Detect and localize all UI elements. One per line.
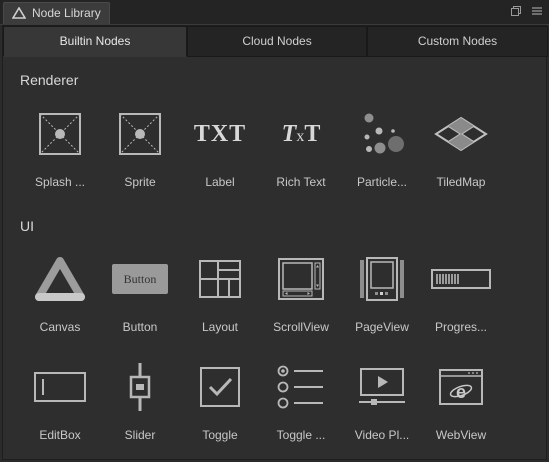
- canvas-icon: [30, 254, 90, 304]
- editbox-icon: [30, 362, 90, 412]
- node-particle[interactable]: Particle...: [342, 109, 422, 201]
- label-glyph: TXT: [193, 120, 247, 147]
- toggle-icon: [190, 362, 250, 412]
- section-title-renderer: Renderer: [20, 72, 79, 88]
- tab-builtin-nodes[interactable]: Builtin Nodes: [3, 26, 187, 57]
- slider-icon: [110, 362, 170, 412]
- section-title-ui: UI: [20, 218, 34, 234]
- sprite-icon: [110, 109, 170, 159]
- node-webview[interactable]: e WebView: [421, 362, 501, 454]
- layout-icon: [190, 254, 250, 304]
- node-label: Label: [205, 175, 235, 189]
- node-splash[interactable]: Splash ...: [20, 109, 100, 201]
- node-button[interactable]: Button Button: [100, 254, 180, 346]
- node-label: Progres...: [434, 320, 488, 334]
- scrollview-icon: [271, 254, 331, 304]
- node-label: Slider: [124, 428, 156, 442]
- toggle-group-icon: [271, 362, 331, 412]
- node-slider[interactable]: Slider: [100, 362, 180, 454]
- tiledmap-icon: [431, 109, 491, 159]
- button-icon: Button: [110, 254, 170, 304]
- node-toggle[interactable]: Toggle: [180, 362, 260, 454]
- node-progressbar[interactable]: Progres...: [421, 254, 501, 346]
- node-video-player[interactable]: Video Pl...: [342, 362, 422, 454]
- progressbar-icon: [431, 254, 491, 304]
- node-label: Rich Text: [276, 175, 326, 189]
- node-toggle-group[interactable]: Toggle ...: [261, 362, 341, 454]
- node-editbox[interactable]: EditBox: [20, 362, 100, 454]
- node-label: Splash ...: [34, 175, 86, 189]
- splash-icon: [30, 109, 90, 159]
- node-library-window: Node Library Builtin Nodes Cloud Nodes C…: [0, 0, 549, 462]
- node-label: Button: [122, 320, 158, 334]
- node-rich-text[interactable]: TxT Rich Text: [261, 109, 341, 201]
- library-content: Builtin Nodes Cloud Nodes Custom Nodes R…: [2, 25, 548, 460]
- node-label: Particle...: [356, 175, 407, 189]
- node-label: EditBox: [39, 428, 81, 442]
- panel-title: Node Library: [32, 6, 101, 20]
- video-player-icon: [352, 362, 412, 412]
- node-label: Toggle: [202, 428, 238, 442]
- pageview-icon: [352, 254, 412, 304]
- tab-cloud-nodes[interactable]: Cloud Nodes: [187, 26, 367, 57]
- maximize-icon[interactable]: [510, 5, 522, 17]
- particle-icon: [352, 109, 412, 159]
- node-pageview[interactable]: PageView: [342, 254, 422, 346]
- tab-custom-nodes[interactable]: Custom Nodes: [367, 26, 548, 57]
- node-label: TiledMap: [436, 175, 486, 189]
- rich-text-icon: TxT: [281, 120, 321, 147]
- node-canvas[interactable]: Canvas: [20, 254, 100, 346]
- node-label: WebView: [435, 428, 487, 442]
- node-scrollview[interactable]: ScrollView: [261, 254, 341, 346]
- node-sprite[interactable]: Sprite: [100, 109, 180, 201]
- node-label: Sprite: [124, 175, 156, 189]
- node-label: ScrollView: [273, 320, 329, 334]
- tab-bar: Builtin Nodes Cloud Nodes Custom Nodes: [3, 26, 548, 57]
- node-label: Layout: [201, 320, 239, 334]
- node-label[interactable]: TXT Label: [180, 109, 260, 201]
- node-library-icon: [12, 7, 26, 19]
- node-tiledmap[interactable]: TiledMap: [421, 109, 501, 201]
- webview-icon: e: [431, 362, 491, 412]
- node-label: Video Pl...: [354, 428, 410, 442]
- node-label: Toggle ...: [276, 428, 326, 442]
- panel-tab[interactable]: Node Library: [3, 2, 110, 24]
- menu-icon[interactable]: [531, 5, 543, 17]
- button-glyph: Button: [112, 264, 168, 294]
- panel-header: Node Library: [0, 0, 549, 25]
- node-layout[interactable]: Layout: [180, 254, 260, 346]
- node-label: Canvas: [39, 320, 81, 334]
- label-icon: TXT: [190, 109, 250, 159]
- node-label: PageView: [355, 320, 409, 334]
